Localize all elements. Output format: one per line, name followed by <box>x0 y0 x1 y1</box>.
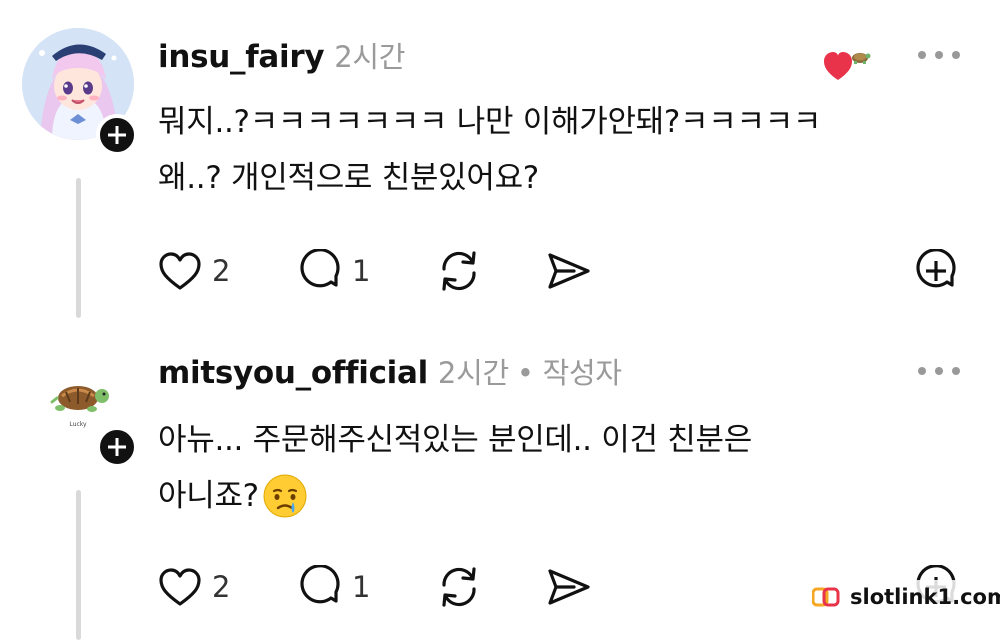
comment-text: 뭐지..?ㅋㅋㅋㅋㅋㅋㅋ 나만 이해가안돼?ㅋㅋㅋㅋㅋ 왜..? 개인적으로 친… <box>158 94 958 206</box>
heart-icon <box>159 568 201 606</box>
add-comment-icon <box>916 249 956 288</box>
like-count: 2 <box>212 570 231 604</box>
quote-button[interactable] <box>914 246 958 296</box>
comment-text: 아뉴... 주문해주신적있는 분인데.. 이건 친분은 아니죠? 😢 <box>158 412 958 524</box>
reply-button[interactable]: 1 <box>298 562 370 612</box>
author-tag: • 작성자 <box>516 356 622 390</box>
follow-button[interactable] <box>96 114 138 156</box>
reply-count: 1 <box>352 570 371 604</box>
comment-line: 왜..? 개인적으로 친분있어요? <box>158 160 539 196</box>
share-button[interactable] <box>546 562 592 612</box>
repost-button[interactable] <box>436 246 482 296</box>
repost-icon <box>442 251 476 291</box>
plus-icon <box>108 126 126 144</box>
dot-icon <box>952 51 960 59</box>
like-count: 2 <box>212 254 231 288</box>
crying-face-icon <box>263 474 307 518</box>
username-line: insu_fairy 2시간 <box>158 34 405 76</box>
more-options-button[interactable] <box>918 364 960 378</box>
username-line: mitsyou_official 2시간 • 작성자 <box>158 350 622 392</box>
reply-button[interactable]: 1 <box>298 246 370 296</box>
watermark: slotlink1.com <box>806 580 1000 614</box>
username[interactable]: insu_fairy <box>158 39 325 75</box>
dot-icon <box>952 367 960 375</box>
dot-icon <box>935 51 943 59</box>
follow-button[interactable] <box>96 426 138 468</box>
plus-icon <box>108 438 126 456</box>
comment-line: 아뉴... 주문해주신적있는 분인데.. 이건 친분은 <box>158 422 752 458</box>
share-button[interactable] <box>546 246 592 296</box>
watermark-logo-icon <box>812 587 840 607</box>
like-button[interactable]: 2 <box>158 562 230 612</box>
thread-line <box>76 490 81 640</box>
creator-heart-badge <box>822 44 872 84</box>
avatar-insu-fairy[interactable] <box>22 28 138 156</box>
reply-count: 1 <box>352 254 371 288</box>
heart-icon <box>159 252 201 290</box>
timestamp: 2시간 <box>437 356 509 390</box>
send-icon <box>548 569 590 605</box>
svg-text:Lucky: Lucky <box>69 421 87 428</box>
comment-line: 아니죠? 😢 <box>158 468 958 524</box>
more-options-button[interactable] <box>918 48 960 62</box>
avatar-mitsyou-official[interactable]: Lucky <box>22 346 138 468</box>
comment-icon <box>300 565 340 604</box>
username[interactable]: mitsyou_official <box>158 355 428 391</box>
repost-button[interactable] <box>436 562 482 612</box>
comment-line-text: 아니죠? <box>158 478 259 514</box>
comment-line: 뭐지..?ㅋㅋㅋㅋㅋㅋㅋ 나만 이해가안돼?ㅋㅋㅋㅋㅋ <box>158 104 822 140</box>
repost-icon <box>442 567 476 607</box>
dot-icon <box>918 367 926 375</box>
comment-icon <box>300 249 340 288</box>
like-button[interactable]: 2 <box>158 246 230 296</box>
timestamp: 2시간 <box>334 40 406 74</box>
thread-line <box>76 178 81 318</box>
send-icon <box>548 253 590 289</box>
dot-icon <box>918 51 926 59</box>
watermark-text: slotlink1.com <box>850 585 1000 609</box>
action-bar: 2 1 <box>158 246 958 296</box>
dot-icon <box>935 367 943 375</box>
